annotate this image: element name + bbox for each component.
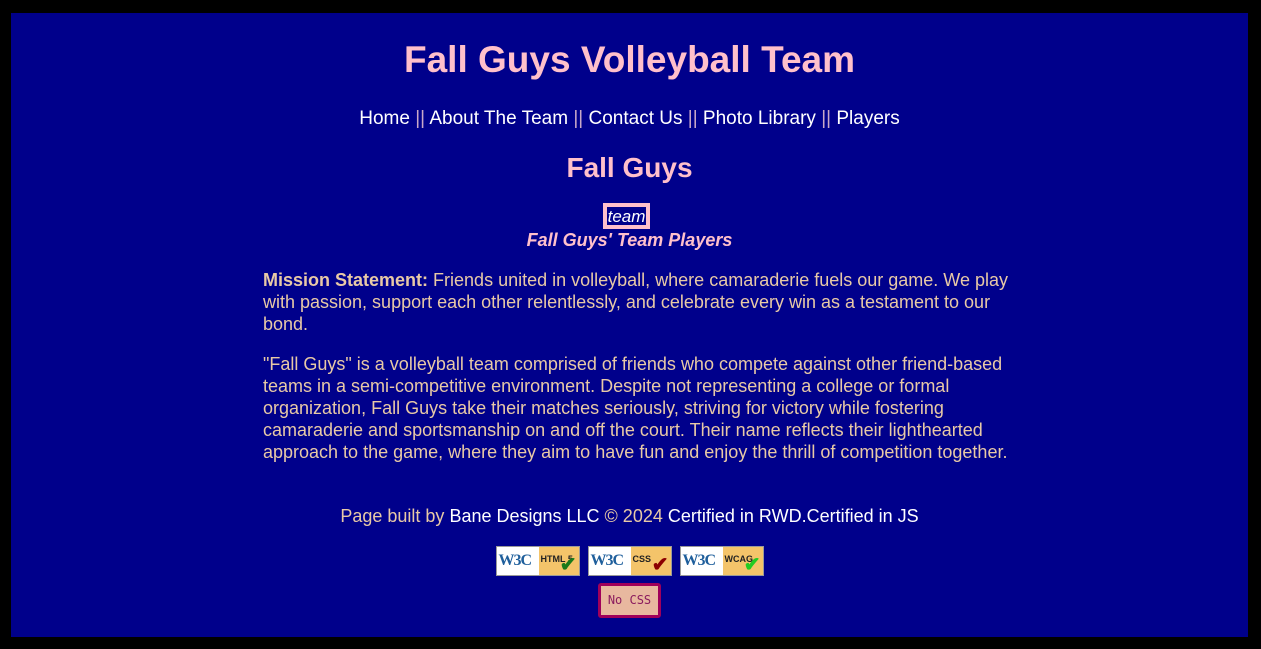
validation-badges: W3C HTML 5 ✔ W3C CSS ✔ W3C WCAG ✔ <box>11 546 1248 576</box>
main-content: Mission Statement: Friends united in vol… <box>263 269 1008 481</box>
nav-contact-link[interactable]: Contact Us <box>589 108 683 129</box>
nav-separator: || <box>821 108 832 129</box>
cert-rwd-link[interactable]: Certified in RWD <box>668 506 802 526</box>
nav-separator: || <box>687 108 698 129</box>
check-icon: ✔ <box>559 554 577 576</box>
nav-separator: || <box>415 108 426 129</box>
mission-label: Mission Statement: <box>263 270 429 290</box>
nav-about-link[interactable]: About The Team <box>429 108 568 129</box>
wcag-validation-badge[interactable]: W3C WCAG ✔ <box>679 546 764 576</box>
mission-statement: Mission Statement: Friends united in vol… <box>263 269 1008 335</box>
team-image-placeholder: team <box>603 203 650 229</box>
nav-photo-library-link[interactable]: Photo Library <box>703 108 816 129</box>
copyright-text: © 2024 <box>604 506 663 526</box>
cert-js-link[interactable]: Certified in JS <box>807 506 919 526</box>
no-css-button[interactable]: No CSS <box>598 583 661 618</box>
w3c-logo: W3C <box>498 552 533 569</box>
team-description: "Fall Guys" is a volleyball team compris… <box>263 354 1008 462</box>
html5-validation-badge[interactable]: W3C HTML 5 ✔ <box>495 546 580 576</box>
nav-players-link[interactable]: Players <box>836 108 899 129</box>
image-caption: Fall Guys' Team Players <box>526 230 733 250</box>
css-icon: CSS <box>632 554 652 564</box>
page-container: Fall Guys Volleyball Team Home || About … <box>11 13 1248 637</box>
company-link[interactable]: Bane Designs LLC <box>449 506 599 526</box>
check-icon: ✔ <box>651 554 669 576</box>
check-icon: ✔ <box>743 554 761 576</box>
section-title: Fall Guys <box>566 152 693 183</box>
built-by-text: Page built by <box>340 506 445 526</box>
w3c-logo: W3C <box>590 552 625 569</box>
nav-separator: || <box>573 108 584 129</box>
nav-home-link[interactable]: Home <box>359 108 410 129</box>
footer: Page built by Bane Designs LLC © 2024 Ce… <box>11 505 1248 527</box>
site-title: Fall Guys Volleyball Team <box>403 39 855 80</box>
w3c-logo: W3C <box>682 552 717 569</box>
main-nav: Home || About The Team || Contact Us || … <box>11 107 1248 131</box>
css-validation-badge[interactable]: W3C CSS ✔ <box>587 546 672 576</box>
